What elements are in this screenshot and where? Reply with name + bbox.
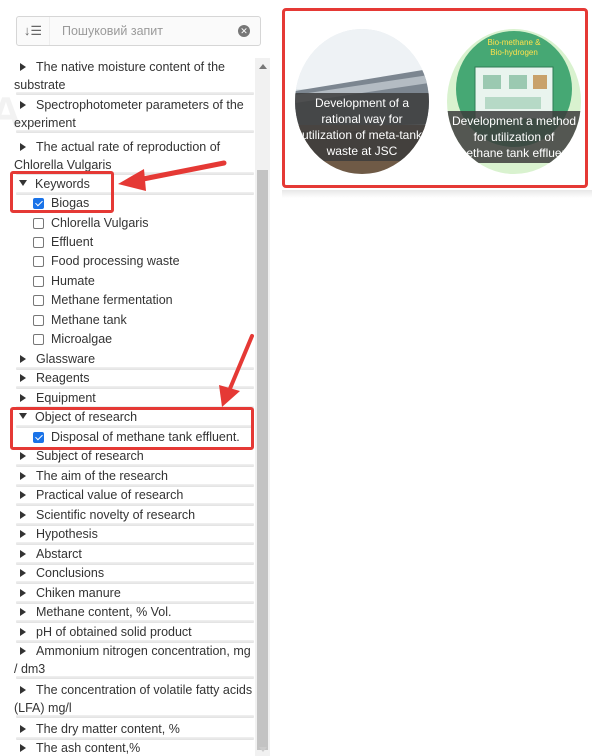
arrow-to-keywords — [135, 160, 227, 183]
arrow-to-object — [227, 334, 254, 393]
arrowhead-keywords — [118, 169, 146, 191]
image-text-line-2: Bio-hydrogen — [490, 48, 538, 57]
arrowhead-object — [219, 385, 240, 407]
result-title-1: Development of a rational way for utiliz… — [295, 93, 429, 161]
result-card-1[interactable]: Development of a rational way for utiliz… — [295, 29, 429, 174]
result-title-2: Development a method for utilization of … — [447, 111, 581, 163]
results-panel: Development of a rational way for utiliz… — [282, 8, 588, 188]
image-text-line-1: Bio-methane & — [488, 38, 542, 47]
result-card-2[interactable]: Bio-methane & Bio-hydrogen Development a… — [447, 29, 581, 174]
panel-divider — [282, 190, 592, 198]
